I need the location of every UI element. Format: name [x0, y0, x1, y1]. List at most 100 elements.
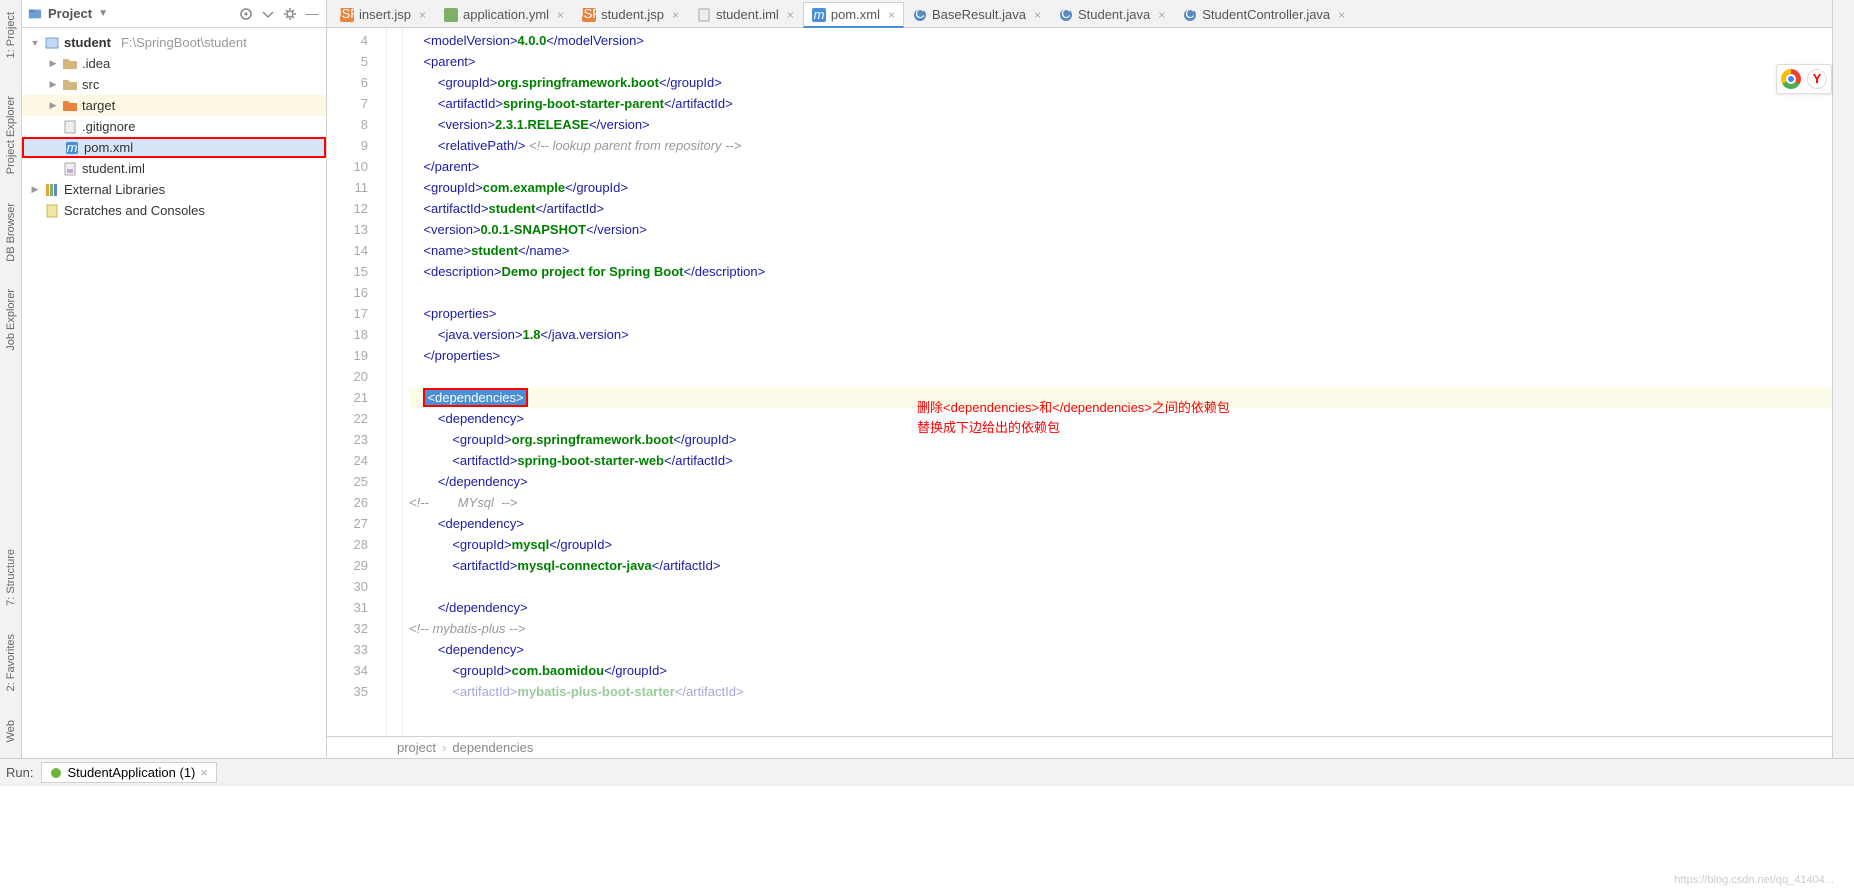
code-line: <modelVersion>4.0.0</modelVersion> [409, 30, 1832, 51]
svg-text:JSP: JSP [582, 8, 596, 21]
close-icon[interactable]: × [1158, 8, 1165, 22]
code-line: <artifactId>student</artifactId> [409, 198, 1832, 219]
tab-label: application.yml [463, 7, 549, 22]
gear-icon[interactable] [282, 6, 298, 22]
tab-label: student.iml [716, 7, 779, 22]
breadcrumb-item[interactable]: project [397, 740, 436, 755]
editor-tabs: JSP insert.jsp × application.yml × JSP student… [327, 0, 1832, 28]
tree-label: student.iml [82, 161, 145, 176]
tree-label: target [82, 98, 115, 113]
svg-text:C: C [1061, 8, 1070, 21]
tool-project[interactable]: 1: Project [3, 4, 19, 66]
hide-icon[interactable]: — [304, 6, 320, 22]
breadcrumb-item[interactable]: dependencies [452, 740, 533, 755]
tab-BaseResult-java[interactable]: CBaseResult.java× [904, 1, 1050, 27]
fold-gutter [387, 28, 403, 736]
code-line [409, 366, 1832, 387]
sidebar-header: Project ▼ — [22, 0, 326, 28]
chevron-right-icon: › [442, 740, 446, 755]
dropdown-icon[interactable]: ▼ [98, 8, 108, 19]
code-line: <parent> [409, 51, 1832, 72]
editor-body: 4567891011121314151617181920212223242526… [327, 28, 1832, 736]
close-icon[interactable]: × [672, 8, 679, 22]
tool-favorites[interactable]: 2: Favorites [3, 626, 19, 699]
tree-item-pom-xml[interactable]: mpom.xml [22, 137, 326, 158]
breadcrumb: project › dependencies [327, 736, 1832, 758]
tab-student-jsp[interactable]: JSP student.jsp × [573, 1, 688, 27]
browser-preview-buttons: Y [1776, 64, 1832, 94]
tab-Student-java[interactable]: CStudent.java× [1050, 1, 1174, 27]
code-line: <description>Demo project for Spring Boo… [409, 261, 1832, 282]
tree-scratches[interactable]: Scratches and Consoles [22, 200, 326, 221]
code-line: </parent> [409, 156, 1832, 177]
tree-item-src[interactable]: ▶src [22, 74, 326, 95]
tree-label: pom.xml [84, 140, 133, 155]
tab-student-iml[interactable]: student.iml × [688, 1, 803, 27]
project-icon [28, 7, 42, 21]
tool-web[interactable]: Web [3, 712, 19, 750]
close-icon[interactable]: × [200, 765, 208, 780]
tab-label: StudentController.java [1202, 7, 1330, 22]
run-tab-label: StudentApplication (1) [67, 765, 195, 780]
code-line: <groupId>org.springframework.boot</group… [409, 72, 1832, 93]
library-icon [44, 182, 60, 198]
module-icon [44, 35, 60, 51]
tree-item-target[interactable]: ▶target [22, 95, 326, 116]
code-line: <groupId>mysql</groupId> [409, 534, 1832, 555]
tree-label: .gitignore [82, 119, 135, 134]
code-line: <groupId>com.example</groupId> [409, 177, 1832, 198]
yandex-icon[interactable]: Y [1807, 69, 1827, 89]
tab-StudentController-java[interactable]: CStudentController.java× [1174, 1, 1354, 27]
tab-label: insert.jsp [359, 7, 411, 22]
tab-application-yml[interactable]: application.yml × [435, 1, 573, 27]
left-tool-strip: 1: Project Project Explorer DB Browser J… [0, 0, 22, 758]
code-line [409, 576, 1832, 597]
code-content[interactable]: <modelVersion>4.0.0</modelVersion> <pare… [403, 28, 1832, 736]
run-toolbar: Run: StudentApplication (1) × [0, 758, 1854, 786]
close-icon[interactable]: × [1338, 8, 1345, 22]
tree-root[interactable]: ▼ student F:\SpringBoot\student [22, 32, 326, 53]
annotation-line1: 删除<dependencies>和</dependencies>之间的依赖包 [917, 398, 1230, 418]
code-line: </dependency> [409, 597, 1832, 618]
tab-label: student.jsp [601, 7, 664, 22]
code-line: <version>2.3.1.RELEASE</version> [409, 114, 1832, 135]
watermark: https://blog.csdn.net/qq_41404... [1674, 874, 1834, 886]
tool-project-explorer[interactable]: Project Explorer [3, 88, 19, 182]
tab-insert-jsp[interactable]: JSP insert.jsp × [331, 1, 435, 27]
tree-label: .idea [82, 56, 110, 71]
tree-label: student [64, 35, 111, 50]
tree-label: src [82, 77, 99, 92]
code-line: <artifactId>spring-boot-starter-parent</… [409, 93, 1832, 114]
scratch-icon [44, 203, 60, 219]
expand-icon[interactable] [260, 6, 276, 22]
tree-item--gitignore[interactable]: .gitignore [22, 116, 326, 137]
close-icon[interactable]: × [419, 8, 426, 22]
svg-text:C: C [915, 8, 924, 21]
close-icon[interactable]: × [888, 8, 895, 22]
chrome-icon[interactable] [1781, 69, 1801, 89]
tab-pom-xml[interactable]: mpom.xml× [803, 2, 904, 28]
close-icon[interactable]: × [787, 8, 794, 22]
project-tree: ▼ student F:\SpringBoot\student ▶.idea▶s… [22, 28, 326, 758]
close-icon[interactable]: × [1034, 8, 1041, 22]
tree-item--idea[interactable]: ▶.idea [22, 53, 326, 74]
tool-job-explorer[interactable]: Job Explorer [3, 281, 19, 359]
tree-external-libs[interactable]: ▶ External Libraries [22, 179, 326, 200]
annotation-line2: 替换成下边给出的依赖包 [917, 418, 1230, 438]
run-tab[interactable]: StudentApplication (1) × [41, 762, 217, 783]
tree-item-student-iml[interactable]: student.iml [22, 158, 326, 179]
tree-label: External Libraries [64, 182, 165, 197]
code-line: <dependency> [409, 513, 1832, 534]
tool-db-browser[interactable]: DB Browser [3, 195, 19, 270]
locate-icon[interactable] [238, 6, 254, 22]
svg-text:JSP: JSP [340, 8, 354, 21]
tree-label: Scratches and Consoles [64, 203, 205, 218]
tool-structure[interactable]: 7: Structure [3, 541, 19, 614]
run-label: Run: [6, 765, 33, 780]
tree-path: F:\SpringBoot\student [121, 35, 247, 50]
close-icon[interactable]: × [557, 8, 564, 22]
code-line: <name>student</name> [409, 240, 1832, 261]
code-line: <groupId>com.baomidou</groupId> [409, 660, 1832, 681]
code-line: <!-- MYsql --> [409, 492, 1832, 513]
code-line: <artifactId>spring-boot-starter-web</art… [409, 450, 1832, 471]
